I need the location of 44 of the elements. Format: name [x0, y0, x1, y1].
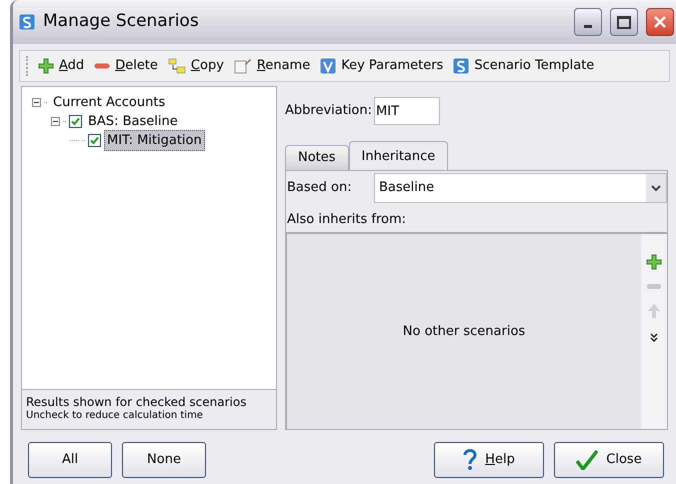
tab[interactable]: Notes	[285, 145, 349, 170]
select-button[interactable]: All	[28, 442, 112, 478]
empty-message: No other scenarios	[402, 322, 526, 341]
copy-icon	[168, 58, 186, 74]
toolbar-button[interactable]: Copy	[168, 56, 224, 76]
plus-icon	[646, 254, 662, 270]
tab[interactable]: Inheritance	[348, 141, 448, 171]
collapse-icon[interactable]	[51, 117, 60, 126]
based-on-label: Based on:	[286, 179, 353, 198]
toolbar-button[interactable]: Scenario Template	[453, 56, 594, 76]
toolbar-button[interactable]: Add	[38, 56, 84, 76]
dialog-close-button[interactable]: Close	[554, 442, 664, 478]
plus-icon	[38, 58, 54, 74]
document-icon	[234, 58, 252, 74]
chevron-double-down-icon[interactable]	[650, 333, 658, 343]
based-on-dropdown[interactable]: Baseline	[374, 173, 667, 203]
close-icon	[653, 15, 667, 29]
collapse-icon[interactable]	[32, 98, 41, 107]
toolbar-button[interactable]: Key Parameters	[320, 56, 444, 76]
minimize-button[interactable]	[574, 8, 602, 36]
tree-item[interactable]: MIT: Mitigation	[104, 130, 205, 152]
tree-item[interactable]: Current Accounts	[50, 92, 168, 114]
select-button[interactable]: None	[122, 442, 206, 478]
help-button[interactable]: Help	[434, 442, 544, 478]
s-badge-icon	[19, 14, 35, 30]
chevron-down-icon	[651, 184, 661, 192]
v-badge-icon	[320, 58, 336, 74]
checkmark-icon	[576, 450, 598, 470]
checkbox[interactable]	[88, 134, 101, 147]
abbreviation-field[interactable]: MIT	[374, 97, 440, 125]
window-title: Manage Scenarios	[43, 10, 199, 34]
tree-item[interactable]: BAS: Baseline	[85, 110, 181, 132]
toolbar-button[interactable]: Rename	[234, 56, 310, 76]
abbreviation-label: Abbreviation:	[285, 102, 372, 120]
minus-icon	[94, 63, 110, 69]
tree-note: Results shown for checked scenarios	[26, 395, 248, 409]
checkbox[interactable]	[69, 115, 82, 128]
close-button[interactable]	[646, 8, 674, 36]
tree-note-hint: Uncheck to reduce calculation time	[26, 409, 204, 423]
s-badge-icon	[453, 58, 470, 74]
maximize-button[interactable]	[610, 8, 638, 36]
question-mark-icon	[463, 449, 478, 471]
toolbar-button[interactable]: Delete	[94, 56, 158, 76]
inherits-label: Also inherits from:	[286, 211, 408, 229]
